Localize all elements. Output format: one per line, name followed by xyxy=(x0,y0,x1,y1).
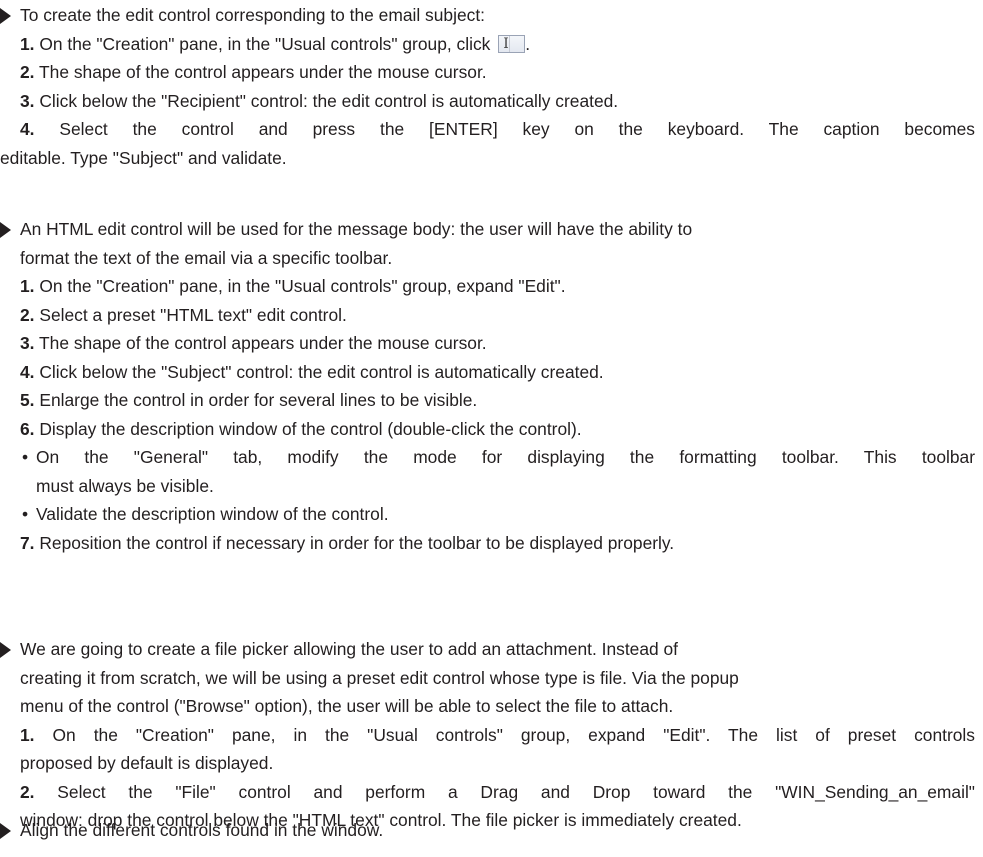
step-number: 3. xyxy=(20,90,35,111)
step-text: Click below the "Subject" control: the e… xyxy=(34,361,604,382)
step-7: 7. Reposition the control if necessary i… xyxy=(0,529,975,558)
step-4: 4. Click below the "Subject" control: th… xyxy=(0,358,975,387)
section-align-controls: Align the different controls found in th… xyxy=(0,816,975,845)
bullet-item: • Validate the description window of the… xyxy=(0,500,975,529)
section-intro: To create the edit control corresponding… xyxy=(0,1,975,30)
step-text: The shape of the control appears under t… xyxy=(34,333,487,353)
bullet-text-line-2: must always be visible. xyxy=(36,475,214,496)
intro-text: Align the different controls found in th… xyxy=(20,820,384,840)
step-text: Click below the "Recipient" control: the… xyxy=(34,90,619,111)
step-text-end: . xyxy=(525,33,531,54)
step-number: 1. xyxy=(20,33,35,54)
step-number: 3. xyxy=(20,333,35,353)
section-intro: Align the different controls found in th… xyxy=(0,816,975,845)
step-2: 2. The shape of the control appears unde… xyxy=(0,58,975,87)
step-5: 5. Enlarge the control in order for seve… xyxy=(0,386,975,415)
intro-text-line-1: We are going to create a file picker all… xyxy=(20,639,679,659)
arrow-marker-icon xyxy=(0,642,11,658)
step-text: The shape of the control appears under t… xyxy=(34,62,487,82)
step-text: Select the "File" control and perform a … xyxy=(34,781,975,802)
arrow-marker-icon xyxy=(0,823,11,839)
step-2: 2. Select the "File" control and perform… xyxy=(0,778,975,807)
step-text: On the "Creation" pane, in the "Usual co… xyxy=(34,724,976,745)
step-number: 7. xyxy=(20,532,35,553)
bullet-dot: • xyxy=(22,504,29,524)
step-4-continued: editable. Type "Subject" and validate. xyxy=(0,144,975,173)
step-text: proposed by default is displayed. xyxy=(20,753,274,773)
step-text: editable. Type "Subject" and validate. xyxy=(0,147,287,168)
step-6: 6. Display the description window of the… xyxy=(0,415,975,444)
step-2: 2. Select a preset "HTML text" edit cont… xyxy=(0,301,975,330)
step-number: 2. xyxy=(20,62,35,82)
section-html-edit-control: An HTML edit control will be used for th… xyxy=(0,215,975,557)
section-intro: We are going to create a file picker all… xyxy=(0,635,975,721)
step-number: 5. xyxy=(20,390,35,410)
edit-control-icon: I xyxy=(498,34,526,53)
section-file-picker: We are going to create a file picker all… xyxy=(0,635,975,835)
step-text: Enlarge the control in order for several… xyxy=(34,390,478,410)
arrow-marker-icon xyxy=(0,222,11,238)
bullet-text: Validate the description window of the c… xyxy=(36,504,389,524)
step-text: Select the control and press the [ENTER]… xyxy=(34,119,975,139)
step-1: 1. On the "Creation" pane, in the "Usual… xyxy=(0,30,975,59)
intro-text: To create the edit control corresponding… xyxy=(20,5,485,25)
intro-text-line-3: menu of the control ("Browse" option), t… xyxy=(20,696,674,716)
arrow-marker-icon xyxy=(0,8,11,24)
step-number: 2. xyxy=(20,304,35,325)
step-number: 1. xyxy=(20,276,35,296)
step-number: 4. xyxy=(20,361,35,382)
step-number: 4. xyxy=(20,119,35,139)
step-1: 1. On the "Creation" pane, in the "Usual… xyxy=(0,721,975,750)
step-3: 3. Click below the "Recipient" control: … xyxy=(0,87,975,116)
bullet-text-line-1: On the "General" tab, modify the mode fo… xyxy=(36,447,975,467)
bullet-dot: • xyxy=(22,447,29,467)
intro-text-line-1: An HTML edit control will be used for th… xyxy=(20,219,693,239)
step-3: 3. The shape of the control appears unde… xyxy=(0,329,975,358)
step-text: Display the description window of the co… xyxy=(34,418,582,439)
step-text: On the "Creation" pane, in the "Usual co… xyxy=(34,33,496,54)
step-number: 2. xyxy=(20,781,35,802)
step-number: 6. xyxy=(20,418,35,439)
step-text: Reposition the control if necessary in o… xyxy=(34,532,675,553)
step-number: 1. xyxy=(20,724,35,745)
intro-text-line-2: format the text of the email via a speci… xyxy=(20,247,393,268)
step-1: 1. On the "Creation" pane, in the "Usual… xyxy=(0,272,975,301)
step-text: Select a preset "HTML text" edit control… xyxy=(34,304,347,325)
section-intro: An HTML edit control will be used for th… xyxy=(0,215,975,272)
bullet-item: • On the "General" tab, modify the mode … xyxy=(0,443,975,500)
step-4: 4. Select the control and press the [ENT… xyxy=(0,115,975,144)
step-1-continued: proposed by default is displayed. xyxy=(0,749,975,778)
step-text: On the "Creation" pane, in the "Usual co… xyxy=(34,276,566,296)
intro-text-line-2: creating it from scratch, we will be usi… xyxy=(20,667,739,688)
section-create-subject-edit: To create the edit control corresponding… xyxy=(0,1,975,172)
